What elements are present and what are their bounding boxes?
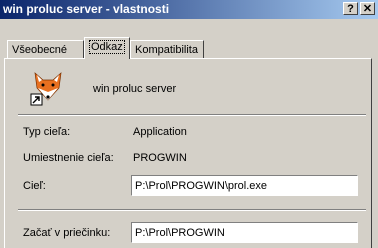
tab-shortcut-label: Odkaz	[89, 40, 125, 54]
tab-compatibility[interactable]: Kompatibilita	[130, 40, 204, 60]
target-type-label: Typ cieľa:	[23, 126, 71, 138]
help-button[interactable]: ?	[343, 2, 358, 15]
shortcut-name: win proluc server	[93, 83, 177, 95]
fox-shortcut-icon	[30, 72, 62, 106]
title-bar: win proluc server - vlastnosti ? ✕	[0, 0, 378, 19]
close-icon: ✕	[362, 3, 373, 15]
start-in-field[interactable]	[131, 222, 358, 243]
close-button[interactable]: ✕	[360, 2, 375, 15]
help-icon: ?	[347, 3, 354, 15]
window-title: win proluc server - vlastnosti	[3, 2, 170, 16]
tab-compatibility-label: Kompatibilita	[135, 44, 198, 56]
target-label: Cieľ:	[23, 180, 46, 192]
separator	[18, 209, 366, 211]
target-location-value: PROGWIN	[133, 152, 187, 164]
target-location-label: Umiestnenie cieľa:	[23, 152, 114, 164]
target-field[interactable]	[131, 175, 358, 196]
separator	[18, 114, 366, 116]
tab-shortcut[interactable]: Odkaz	[84, 37, 130, 59]
tab-general-label: Všeobecné	[12, 44, 68, 56]
target-type-value: Application	[133, 126, 187, 138]
start-in-label: Začať v priečinku:	[23, 227, 111, 239]
tab-general[interactable]: Všeobecné	[7, 40, 84, 60]
